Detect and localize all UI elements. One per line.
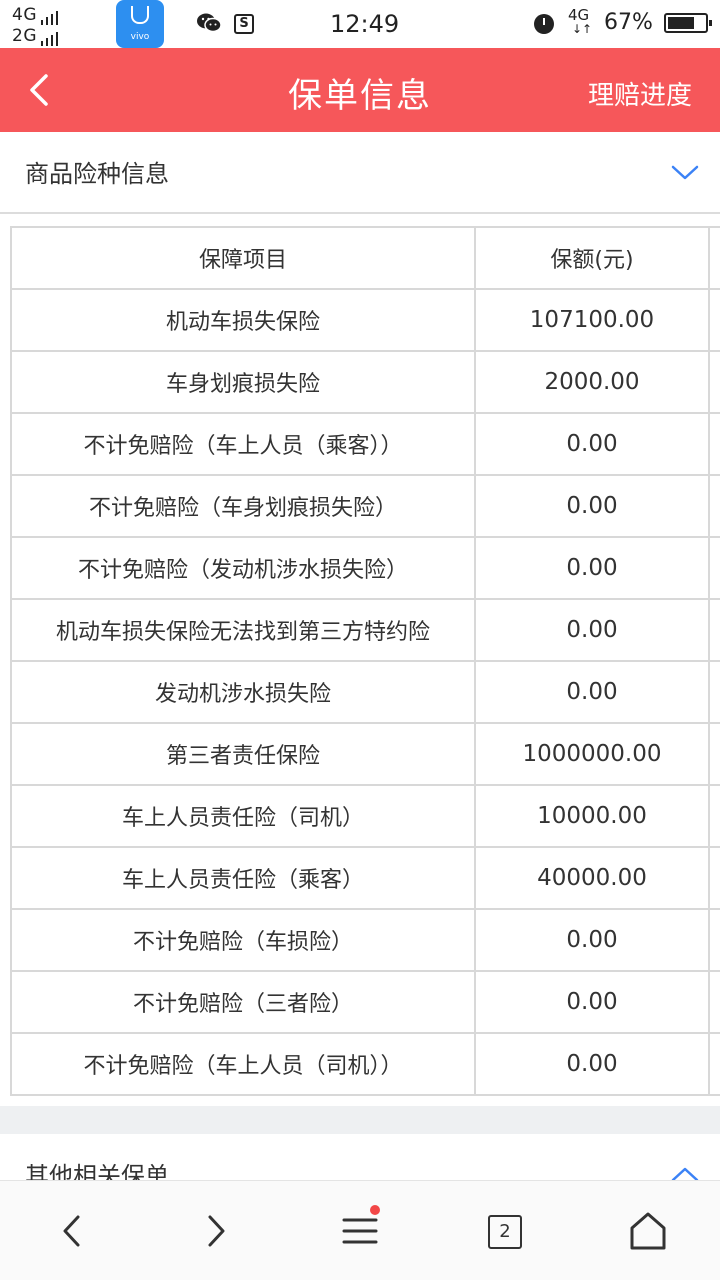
coverage-table: 保障项目 保额(元) 机动车损失保险 107100.00 车身划痕损失险 200… xyxy=(10,226,720,1096)
sim-toolkit-icon: S xyxy=(234,14,254,34)
table-row: 机动车损失保险无法找到第三方特约险 0.00 xyxy=(10,598,720,662)
coverage-amount: 10000.00 xyxy=(474,784,710,848)
app-icon-brand: vivo xyxy=(130,32,150,42)
coverage-item: 不计免赔险（发动机涉水损失险） xyxy=(10,536,476,600)
table-header-row: 保障项目 保额(元) xyxy=(10,226,720,290)
coverage-item: 第三者责任保险 xyxy=(10,722,476,786)
signal-indicator-1: 4G xyxy=(12,6,61,25)
signal-indicator-2: 2G xyxy=(12,27,61,46)
tabs-button[interactable]: 2 xyxy=(480,1207,528,1255)
coverage-item: 不计免赔险（车上人员（乘客）） xyxy=(10,412,476,476)
extra-cell xyxy=(708,784,720,848)
table-row: 不计免赔险（三者险） 0.00 xyxy=(10,970,720,1034)
extra-cell xyxy=(708,412,720,476)
chevron-up-icon[interactable] xyxy=(670,1164,700,1180)
extra-cell xyxy=(708,536,720,600)
battery-percent: 67% xyxy=(604,10,653,35)
extra-cell xyxy=(708,908,720,972)
coverage-item: 不计免赔险（车身划痕损失险） xyxy=(10,474,476,538)
coverage-amount: 40000.00 xyxy=(474,846,710,910)
app-header: 保单信息 理赔进度 xyxy=(0,48,720,132)
extra-cell xyxy=(708,350,720,414)
extra-cell xyxy=(708,598,720,662)
table-row: 机动车损失保险 107100.00 xyxy=(10,288,720,352)
coverage-item: 不计免赔险（车上人员（司机）） xyxy=(10,1032,476,1096)
app-store-icon[interactable]: vivo xyxy=(116,0,164,48)
claim-progress-button[interactable]: 理赔进度 xyxy=(588,75,692,112)
coverage-amount: 2000.00 xyxy=(474,350,710,414)
column-header-extra xyxy=(708,226,720,290)
extra-cell xyxy=(708,846,720,910)
battery-icon xyxy=(664,13,712,33)
status-bar: 4G 2G vivo S 12:49 4G ↓↑ 67% xyxy=(0,0,720,48)
table-row: 发动机涉水损失险 0.00 xyxy=(10,660,720,724)
back-icon[interactable] xyxy=(48,1207,96,1255)
coverage-amount: 0.00 xyxy=(474,660,710,724)
table-row: 车上人员责任险（司机） 10000.00 xyxy=(10,784,720,848)
signal-label-1: 4G xyxy=(12,5,37,25)
coverage-amount: 0.00 xyxy=(474,474,710,538)
tabs-count: 2 xyxy=(488,1215,522,1249)
column-header-amount: 保额(元) xyxy=(474,226,710,290)
alarm-icon xyxy=(534,14,554,34)
wechat-icon xyxy=(197,13,222,33)
coverage-amount: 0.00 xyxy=(474,598,710,662)
section-header-product-coverage[interactable]: 商品险种信息 xyxy=(0,132,720,214)
table-row: 不计免赔险（车身划痕损失险） 0.00 xyxy=(10,474,720,538)
coverage-item: 车身划痕损失险 xyxy=(10,350,476,414)
section-title: 商品险种信息 xyxy=(25,160,169,188)
section-title-related: 其他相关保单 xyxy=(25,1162,169,1180)
table-row: 车身划痕损失险 2000.00 xyxy=(10,350,720,414)
coverage-item: 机动车损失保险 xyxy=(10,288,476,352)
coverage-table-container[interactable]: 保障项目 保额(元) 机动车损失保险 107100.00 车身划痕损失险 200… xyxy=(10,226,720,1096)
menu-button[interactable] xyxy=(336,1205,384,1255)
coverage-item: 不计免赔险（三者险） xyxy=(10,970,476,1034)
extra-cell xyxy=(708,474,720,538)
coverage-amount: 0.00 xyxy=(474,908,710,972)
browser-bottom-nav: 2 xyxy=(0,1180,720,1280)
extra-cell xyxy=(708,1032,720,1096)
coverage-amount: 0.00 xyxy=(474,536,710,600)
forward-icon[interactable] xyxy=(192,1207,240,1255)
screen: 4G 2G vivo S 12:49 4G ↓↑ 67% 保单信息 理赔进度 商… xyxy=(0,0,720,1280)
table-row: 不计免赔险（发动机涉水损失险） 0.00 xyxy=(10,536,720,600)
table-row: 车上人员责任险（乘客） 40000.00 xyxy=(10,846,720,910)
extra-cell xyxy=(708,722,720,786)
table-row: 不计免赔险（车上人员（乘客）） 0.00 xyxy=(10,412,720,476)
table-row: 不计免赔险（车上人员（司机）） 0.00 xyxy=(10,1032,720,1096)
table-row: 第三者责任保险 1000000.00 xyxy=(10,722,720,786)
coverage-amount: 0.00 xyxy=(474,1032,710,1096)
coverage-item: 发动机涉水损失险 xyxy=(10,660,476,724)
extra-cell xyxy=(708,660,720,724)
coverage-amount: 1000000.00 xyxy=(474,722,710,786)
table-row: 不计免赔险（车损险） 0.00 xyxy=(10,908,720,972)
extra-cell xyxy=(708,288,720,352)
coverage-item: 不计免赔险（车损险） xyxy=(10,908,476,972)
coverage-amount: 0.00 xyxy=(474,970,710,1034)
section-header-related-policies[interactable]: 其他相关保单 xyxy=(0,1134,720,1180)
coverage-amount: 0.00 xyxy=(474,412,710,476)
data-arrows-icon: ↓↑ xyxy=(572,22,593,36)
coverage-item: 车上人员责任险（司机） xyxy=(10,784,476,848)
home-icon[interactable] xyxy=(624,1207,672,1255)
extra-cell xyxy=(708,970,720,1034)
signal-label-2: 2G xyxy=(12,26,37,46)
clock: 12:49 xyxy=(330,10,400,38)
chevron-down-icon[interactable] xyxy=(670,160,700,184)
column-header-item: 保障项目 xyxy=(10,226,476,290)
section-divider xyxy=(0,1106,720,1134)
notification-dot xyxy=(370,1205,380,1215)
coverage-item: 机动车损失保险无法找到第三方特约险 xyxy=(10,598,476,662)
coverage-item: 车上人员责任险（乘客） xyxy=(10,846,476,910)
coverage-amount: 107100.00 xyxy=(474,288,710,352)
